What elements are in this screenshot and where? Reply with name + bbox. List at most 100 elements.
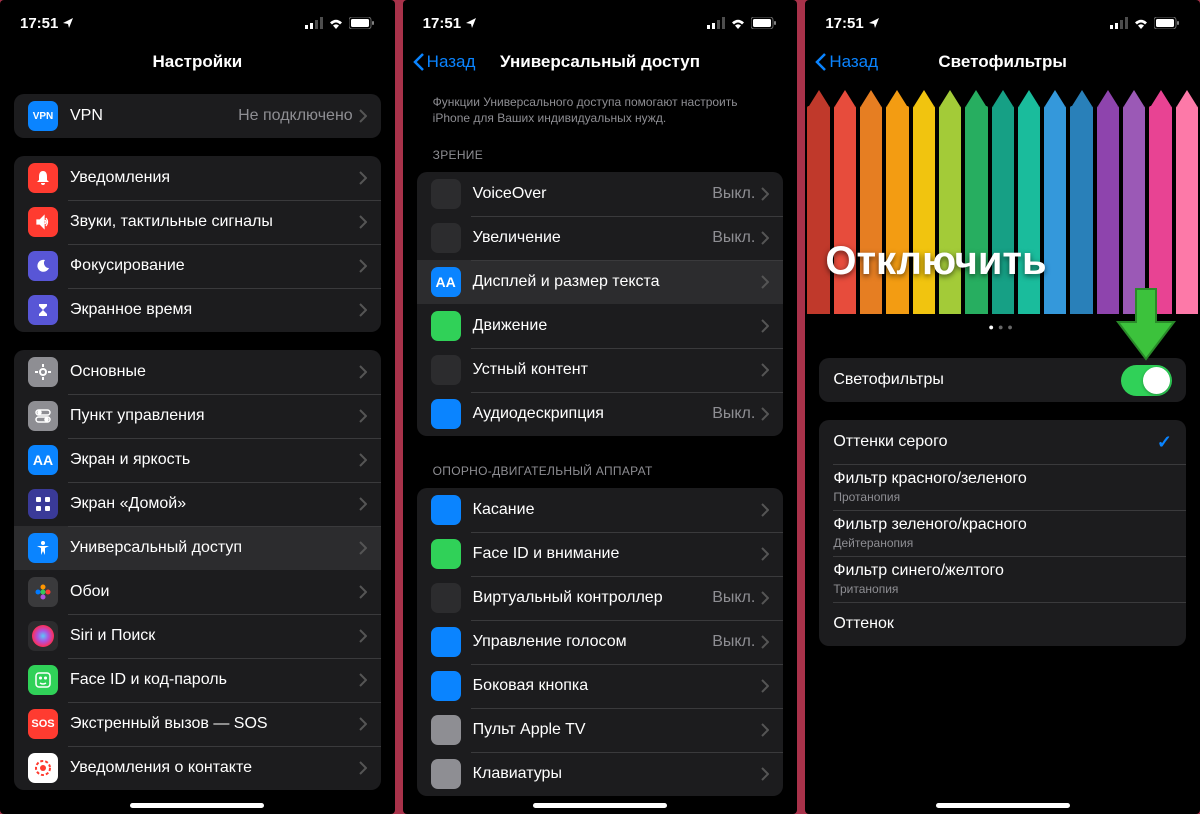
chevron-right-icon [359, 717, 367, 731]
home-indicator[interactable] [936, 803, 1070, 808]
row-color-filters-toggle[interactable]: Светофильтры [819, 358, 1186, 402]
list-row[interactable]: Универсальный доступ [14, 526, 381, 570]
list-row[interactable]: Движение [417, 304, 784, 348]
list-row[interactable]: Касание [417, 488, 784, 532]
status-time: 17:51 [20, 15, 58, 32]
pencil-icon [1095, 84, 1121, 314]
app-icon [431, 715, 461, 745]
filter-option[interactable]: Фильтр синего/желтогоТританопия [819, 556, 1186, 602]
list-row[interactable]: Face ID и внимание [417, 532, 784, 576]
list-row[interactable]: АудиодескрипцияВыкл. [417, 392, 784, 436]
list-row[interactable]: Устный контент [417, 348, 784, 392]
list-row[interactable]: Обои [14, 570, 381, 614]
chevron-right-icon [359, 673, 367, 687]
row-label: Управление голосом [473, 633, 713, 651]
filter-option[interactable]: Фильтр красного/зеленогоПротанопия [819, 464, 1186, 510]
list-row[interactable]: SOSЭкстренный вызов — SOS [14, 702, 381, 746]
nav-bar: Назад Светофильтры [805, 40, 1200, 84]
chevron-right-icon [761, 363, 769, 377]
pencil-icon [1121, 84, 1147, 314]
row-sublabel: Тританопия [833, 582, 1172, 596]
list-row[interactable]: Виртуальный контроллерВыкл. [417, 576, 784, 620]
list-row[interactable]: Siri и Поиск [14, 614, 381, 658]
list-row[interactable]: VoiceOverВыкл. [417, 172, 784, 216]
signal-icon [305, 17, 323, 29]
list-row[interactable]: Основные [14, 350, 381, 394]
list-row[interactable]: УвеличениеВыкл. [417, 216, 784, 260]
row-label: Увеличение [473, 229, 713, 247]
list-row[interactable]: Уведомления о контакте [14, 746, 381, 790]
toggle-switch[interactable] [1121, 365, 1172, 396]
switches-icon [28, 401, 58, 431]
row-label: VPN [70, 107, 238, 125]
filter-option[interactable]: Оттенки серого✓ [819, 420, 1186, 464]
status-bar: 17:51 [0, 0, 395, 40]
home-indicator[interactable] [130, 803, 264, 808]
list-row[interactable]: Управление голосомВыкл. [417, 620, 784, 664]
section-header-motor: ОПОРНО-ДВИГАТЕЛЬНЫЙ АППАРАТ [417, 458, 784, 484]
chevron-right-icon [359, 409, 367, 423]
app-icon: AA [431, 267, 461, 297]
row-label: Пульт Apple TV [473, 721, 762, 739]
chevron-right-icon [761, 187, 769, 201]
status-time: 17:51 [825, 15, 863, 32]
row-label: Звуки, тактильные сигналы [70, 213, 359, 231]
app-icon [431, 759, 461, 789]
row-label: Устный контент [473, 361, 762, 379]
list-row[interactable]: Экранное время [14, 288, 381, 332]
chevron-right-icon [761, 547, 769, 561]
row-label: Экранное время [70, 301, 359, 319]
list-row[interactable]: AAДисплей и размер текста [417, 260, 784, 304]
back-label: Назад [427, 52, 476, 72]
row-value: Выкл. [712, 589, 755, 607]
chevron-right-icon [359, 215, 367, 229]
row-label: Клавиатуры [473, 765, 762, 783]
chevron-right-icon [761, 679, 769, 693]
row-vpn[interactable]: VPN VPN Не подключено [14, 94, 381, 138]
checkmark-icon: ✓ [1157, 432, 1172, 453]
nav-bar: Назад Универсальный доступ [403, 40, 798, 84]
hourglass-icon [28, 295, 58, 325]
description-text: Функции Универсального доступа помогают … [417, 84, 784, 126]
row-label: Боковая кнопка [473, 677, 762, 695]
list-row[interactable]: Звуки, тактильные сигналы [14, 200, 381, 244]
filter-option[interactable]: Фильтр зеленого/красногоДейтеранопия [819, 510, 1186, 556]
row-label: Виртуальный контроллер [473, 589, 713, 607]
status-bar: 17:51 [403, 0, 798, 40]
location-icon [465, 17, 477, 29]
list-row[interactable]: Фокусирование [14, 244, 381, 288]
page-title: Настройки [152, 52, 242, 72]
chevron-right-icon [359, 761, 367, 775]
home-indicator[interactable] [533, 803, 667, 808]
row-label: Face ID и код-пароль [70, 671, 359, 689]
list-row[interactable]: Экран «Домой» [14, 482, 381, 526]
list-row[interactable]: Уведомления [14, 156, 381, 200]
list-row[interactable]: Face ID и код-пароль [14, 658, 381, 702]
list-row[interactable]: Клавиатуры [417, 752, 784, 796]
color-filters-screen: 17:51 Назад Светофильтры Отключить ●●● С… [805, 0, 1200, 814]
list-row[interactable]: Боковая кнопка [417, 664, 784, 708]
face-icon [28, 665, 58, 695]
list-row[interactable]: AAЭкран и яркость [14, 438, 381, 482]
color-preview[interactable]: Отключить [805, 84, 1200, 314]
siri-icon [28, 621, 58, 651]
list-row[interactable]: Пульт Apple TV [417, 708, 784, 752]
overlay-text: Отключить [825, 239, 1046, 284]
app-icon [431, 223, 461, 253]
nav-bar: Настройки [0, 40, 395, 84]
AA-icon: AA [28, 445, 58, 475]
chevron-right-icon [761, 503, 769, 517]
app-icon [431, 399, 461, 429]
row-label: Фильтр синего/желтогоТританопия [833, 562, 1172, 596]
signal-icon [1110, 17, 1128, 29]
app-icon [431, 627, 461, 657]
wifi-icon [328, 17, 344, 29]
row-label: Движение [473, 317, 762, 335]
row-label: Уведомления о контакте [70, 759, 359, 777]
filter-option[interactable]: Оттенок [819, 602, 1186, 646]
back-button[interactable]: Назад [815, 52, 878, 72]
list-row[interactable]: Пункт управления [14, 394, 381, 438]
location-icon [868, 17, 880, 29]
back-button[interactable]: Назад [413, 52, 476, 72]
chevron-right-icon [359, 453, 367, 467]
